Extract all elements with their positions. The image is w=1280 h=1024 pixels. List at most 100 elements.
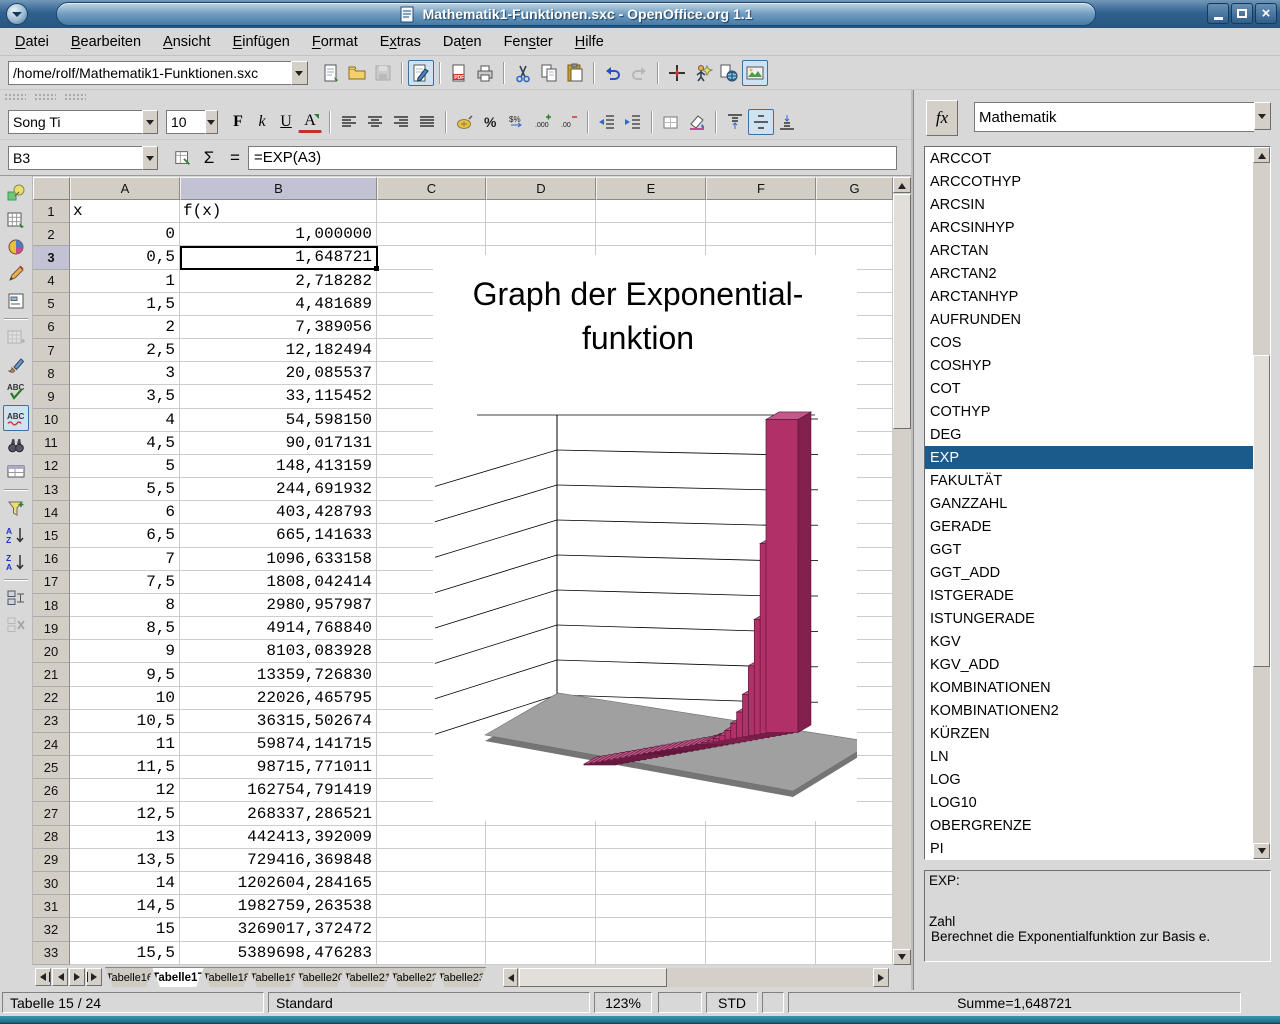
cell-A12[interactable]: 5 <box>70 455 180 478</box>
function-item-cos[interactable]: COS <box>925 331 1253 354</box>
cell-C1[interactable] <box>377 200 486 223</box>
cell-B17[interactable]: 1808,042414 <box>180 571 377 594</box>
column-header-e[interactable]: E <box>596 177 706 200</box>
row-header-1[interactable]: 1 <box>33 200 70 223</box>
cell-A27[interactable]: 12,5 <box>70 802 180 825</box>
cell-A19[interactable]: 8,5 <box>70 617 180 640</box>
row-header-16[interactable]: 16 <box>33 548 70 571</box>
number-delete-decimal-button[interactable]: .00 <box>556 109 582 135</box>
function-item-deg[interactable]: DEG <box>925 423 1253 446</box>
function-item-cothyp[interactable]: COTHYP <box>925 400 1253 423</box>
cell-F30[interactable] <box>706 872 816 895</box>
function-item-coshyp[interactable]: COSHYP <box>925 354 1253 377</box>
column-header-d[interactable]: D <box>486 177 596 200</box>
cell-E28[interactable] <box>596 826 706 849</box>
status-selection-mode[interactable]: STD <box>706 992 758 1013</box>
sheet-tab-tabelle17[interactable]: Tabelle17 <box>152 967 204 987</box>
scrollbar-thumb[interactable] <box>1253 355 1270 667</box>
function-item-kombinationen2[interactable]: KOMBINATIONEN2 <box>925 699 1253 722</box>
status-page-style[interactable]: Standard <box>268 992 590 1013</box>
cell-A25[interactable]: 11,5 <box>70 756 180 779</box>
decrease-indent-button[interactable] <box>594 109 620 135</box>
row-header-3[interactable]: 3 <box>33 246 70 269</box>
cell-reference-input[interactable] <box>8 146 142 170</box>
align-right-button[interactable] <box>388 109 414 135</box>
row-header-12[interactable]: 12 <box>33 455 70 478</box>
row-header-27[interactable]: 27 <box>33 802 70 825</box>
cell-G31[interactable] <box>816 895 893 918</box>
menu-einfgen[interactable]: Einfügen <box>222 30 301 54</box>
cell-D28[interactable] <box>486 826 596 849</box>
scroll-up-button[interactable] <box>1253 147 1270 163</box>
align-top-button[interactable] <box>722 109 748 135</box>
menu-bearbeiten[interactable]: Bearbeiten <box>60 30 152 54</box>
scroll-up-button[interactable] <box>893 177 911 193</box>
cell-B9[interactable]: 33,115452 <box>180 385 377 408</box>
cell-E33[interactable] <box>596 942 706 965</box>
function-item-log10[interactable]: LOG10 <box>925 791 1253 814</box>
function-item-arccothyp[interactable]: ARCCOTHYP <box>925 170 1253 193</box>
menu-hilfe[interactable]: Hilfe <box>564 30 615 54</box>
row-header-30[interactable]: 30 <box>33 872 70 895</box>
cell-D1[interactable] <box>486 200 596 223</box>
function-item-kürzen[interactable]: KÜRZEN <box>925 722 1253 745</box>
row-header-18[interactable]: 18 <box>33 594 70 617</box>
cell-A22[interactable]: 10 <box>70 687 180 710</box>
cell-A20[interactable]: 9 <box>70 640 180 663</box>
autofilter-button[interactable] <box>3 495 29 521</box>
toolbar-grip[interactable] <box>34 93 56 101</box>
align-justify-button[interactable] <box>414 109 440 135</box>
spellcheck-button[interactable]: ABC <box>3 378 29 404</box>
function-item-ggt[interactable]: GGT <box>925 538 1253 561</box>
cell-C31[interactable] <box>377 895 486 918</box>
function-item-arcsin[interactable]: ARCSIN <box>925 193 1253 216</box>
sheet-tab-tabelle21[interactable]: Tabelle21 <box>343 967 392 987</box>
cell-F31[interactable] <box>706 895 816 918</box>
function-item-gerade[interactable]: GERADE <box>925 515 1253 538</box>
row-header-26[interactable]: 26 <box>33 779 70 802</box>
function-item-aufrunden[interactable]: AUFRUNDEN <box>925 308 1253 331</box>
menu-fenster[interactable]: Fenster <box>493 30 564 54</box>
hyperlink-button[interactable] <box>716 60 742 86</box>
function-item-obergrenze[interactable]: OBERGRENZE <box>925 814 1253 837</box>
function-item-pi[interactable]: PI <box>925 837 1253 860</box>
align-left-button[interactable] <box>336 109 362 135</box>
function-wizard-panel-button[interactable]: fx <box>926 100 958 136</box>
horizontal-scrollbar[interactable] <box>503 968 889 987</box>
edit-file-button[interactable] <box>408 60 434 86</box>
function-category-input[interactable] <box>974 102 1254 132</box>
cell-B25[interactable]: 98715,771011 <box>180 756 377 779</box>
cell-G32[interactable] <box>816 918 893 941</box>
row-header-14[interactable]: 14 <box>33 501 70 524</box>
cell-B24[interactable]: 59874,141715 <box>180 733 377 756</box>
cell-B23[interactable]: 36315,502674 <box>180 710 377 733</box>
cell-A15[interactable]: 6,5 <box>70 524 180 547</box>
cell-B19[interactable]: 4914,768840 <box>180 617 377 640</box>
cell-A16[interactable]: 7 <box>70 548 180 571</box>
cell-A31[interactable]: 14,5 <box>70 895 180 918</box>
cell-A21[interactable]: 9,5 <box>70 663 180 686</box>
scroll-down-button[interactable] <box>1253 843 1270 859</box>
font-size-input[interactable] <box>166 110 205 134</box>
toolbar-grip[interactable] <box>4 93 26 101</box>
previous-sheet-button[interactable] <box>52 968 68 986</box>
scroll-right-button[interactable] <box>873 968 889 987</box>
row-header-11[interactable]: 11 <box>33 432 70 455</box>
horizontal-scrollbar-thumb[interactable] <box>519 968 667 987</box>
cell-E31[interactable] <box>596 895 706 918</box>
font-name-input[interactable] <box>8 110 142 134</box>
function-item-istungerade[interactable]: ISTUNGERADE <box>925 607 1253 630</box>
menu-datei[interactable]: Datei <box>4 30 60 54</box>
cell-B5[interactable]: 4,481689 <box>180 293 377 316</box>
row-header-7[interactable]: 7 <box>33 339 70 362</box>
column-header-a[interactable]: A <box>70 177 180 200</box>
sheet-tab-tabelle16[interactable]: Tabelle16 <box>105 967 154 987</box>
function-item-arcsinhyp[interactable]: ARCSINHYP <box>925 216 1253 239</box>
cell-B20[interactable]: 8103,083928 <box>180 640 377 663</box>
row-header-5[interactable]: 5 <box>33 293 70 316</box>
cell-C33[interactable] <box>377 942 486 965</box>
embedded-chart[interactable]: Graph der Exponential-funktion <box>433 255 857 821</box>
function-item-arctan[interactable]: ARCTAN <box>925 239 1253 262</box>
column-header-g[interactable]: G <box>816 177 893 200</box>
vertical-scrollbar[interactable] <box>893 177 911 965</box>
